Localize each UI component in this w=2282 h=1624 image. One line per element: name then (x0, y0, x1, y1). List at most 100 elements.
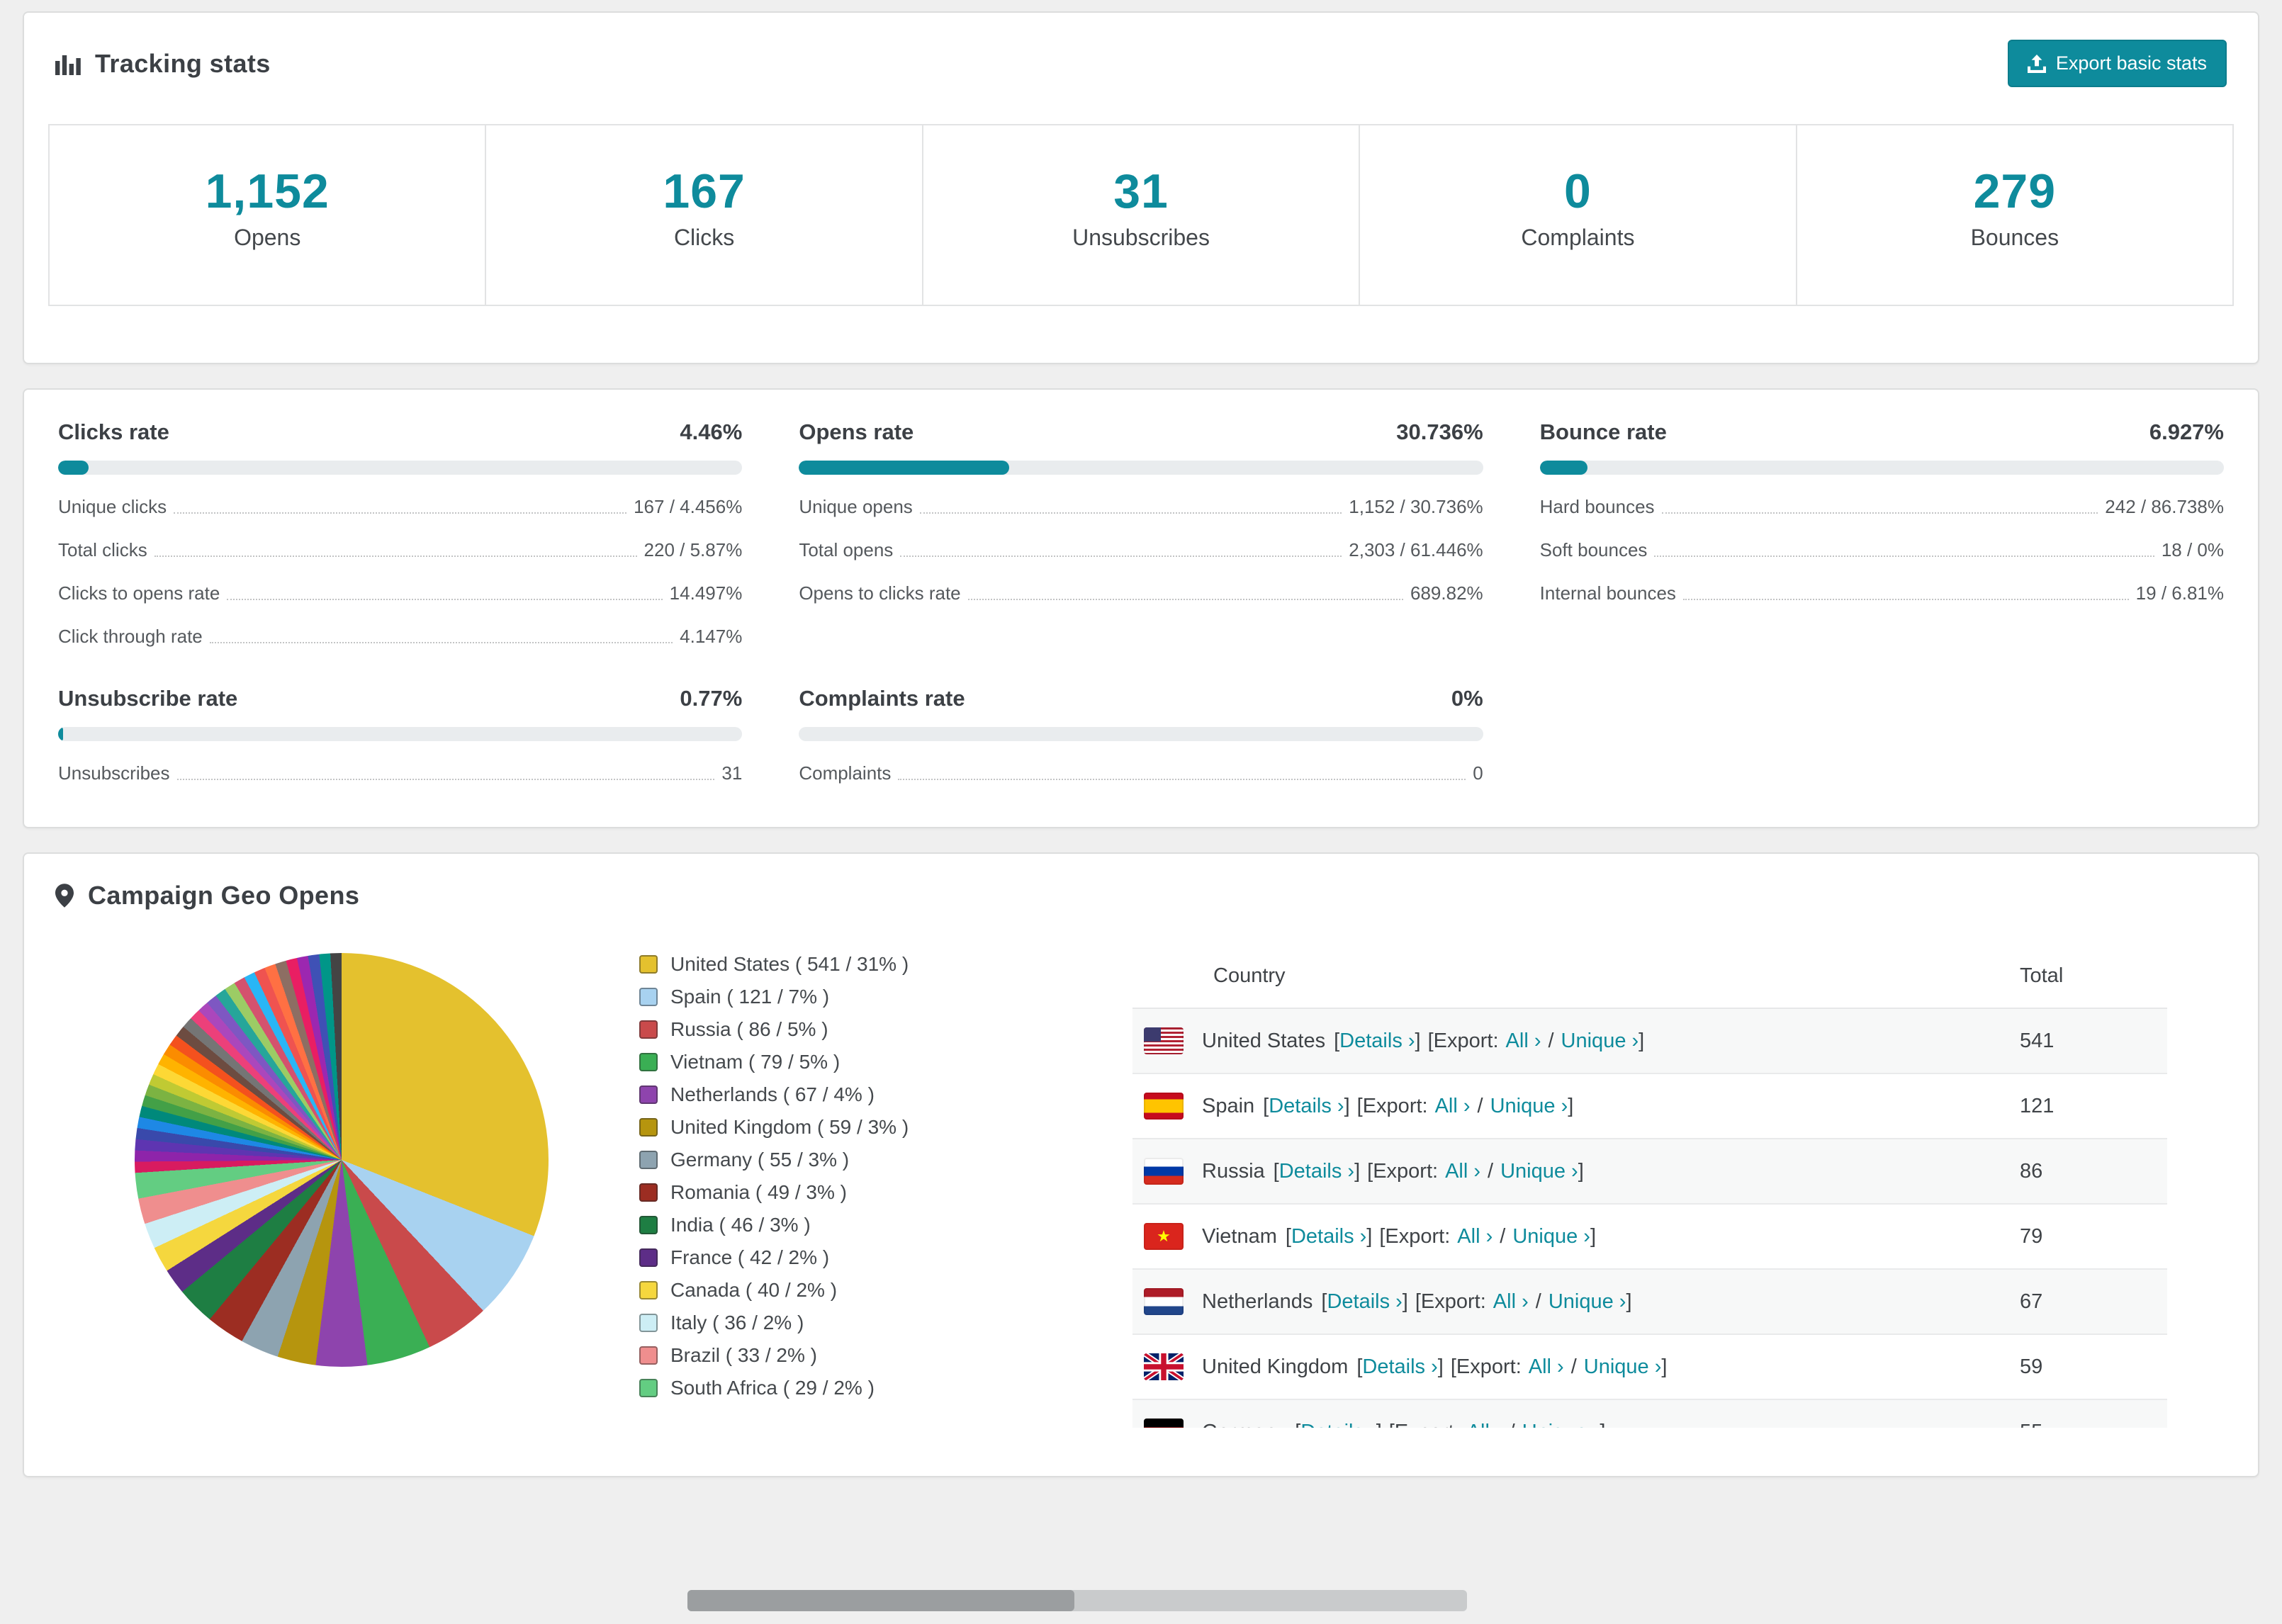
rate-row: Clicks to opens rate 14.497% (58, 582, 742, 604)
stat-clicks: 167 Clicks (485, 124, 923, 306)
country-total: 55 (2008, 1399, 2167, 1428)
stat-label: Bounces (1970, 225, 2059, 250)
dotted-leader (919, 512, 1342, 514)
details-link[interactable]: Details › (1327, 1290, 1402, 1314)
export-unique-link[interactable]: Unique › (1490, 1095, 1568, 1118)
legend-item: United States ( 541 / 31% ) (639, 953, 1110, 976)
stat-label: Opens (234, 225, 301, 250)
bracket: ] (1600, 1421, 1605, 1428)
export-all-link[interactable]: All › (1435, 1095, 1471, 1118)
rate-row: Internal bounces 19 / 6.81% (1540, 582, 2224, 604)
tracking-stats-header: Tracking stats Export basic stats (24, 13, 2258, 107)
export-all-link[interactable]: All › (1506, 1030, 1541, 1053)
legend-swatch (639, 1053, 658, 1071)
details-link[interactable]: Details › (1362, 1355, 1437, 1379)
table-row: United Kingdom [Details ›] [Export: All … (1132, 1334, 2167, 1399)
geo-table-wrap: Country Total United States [Details ›] … (1132, 944, 2167, 1428)
export-all-link[interactable]: All › (1493, 1290, 1529, 1314)
separator: / (1570, 1355, 1577, 1378)
export-all-link[interactable]: All › (1467, 1421, 1502, 1428)
rate-row-value: 0 (1473, 762, 1483, 784)
export-unique-link[interactable]: Unique › (1548, 1290, 1626, 1314)
export-unique-link[interactable]: Unique › (1584, 1355, 1662, 1379)
opens-rate-block: Opens rate 30.736% Unique opens 1,152 / 3… (799, 419, 1483, 648)
export-all-link[interactable]: All › (1445, 1160, 1480, 1183)
horizontal-scrollbar[interactable] (687, 1590, 1467, 1611)
stat-complaints: 0 Complaints (1359, 124, 1797, 306)
export-unique-link[interactable]: Unique › (1500, 1160, 1578, 1183)
rate-row-value: 14.497% (669, 582, 743, 604)
dotted-leader (900, 556, 1342, 557)
export-unique-link[interactable]: Unique › (1512, 1225, 1590, 1248)
legend-label: Netherlands ( 67 / 4% ) (670, 1083, 875, 1105)
legend-label: United States ( 541 / 31% ) (670, 953, 909, 975)
export-label: [Export: (1367, 1159, 1439, 1183)
legend-swatch (639, 1281, 658, 1299)
geo-table: Country Total United States [Details ›] … (1132, 944, 2167, 1428)
geo-content: United States ( 541 / 31% ) Spain ( 121 … (24, 930, 2258, 1428)
country-total: 121 (2020, 1094, 2055, 1117)
table-row: Netherlands [Details ›] [Export: All › /… (1132, 1269, 2167, 1334)
rate-row-label: Hard bounces (1539, 496, 1655, 517)
export-all-link[interactable]: All › (1529, 1355, 1564, 1379)
clicks-rate-block: Clicks rate 4.46% Unique clicks 167 / 4.4… (58, 419, 743, 648)
legend-item: Vietnam ( 79 / 5% ) (639, 1051, 1110, 1073)
rate-row-label: Click through rate (58, 626, 203, 647)
bracket: ] (1590, 1224, 1596, 1248)
legend-label: Germany ( 55 / 3% ) (670, 1149, 850, 1171)
separator: / (1477, 1094, 1483, 1117)
stats-row: 1,152 Opens 167 Clicks 31 Unsubscribes 0… (48, 124, 2235, 306)
separator: / (1548, 1029, 1554, 1052)
details-link[interactable]: Details › (1291, 1225, 1366, 1248)
legend-swatch (639, 1118, 658, 1137)
rate-row: Total opens 2,303 / 61.446% (799, 539, 1483, 561)
bracket: [ (1334, 1029, 1340, 1052)
table-header-row: Country Total (1132, 944, 2167, 1009)
details-link[interactable]: Details › (1339, 1030, 1415, 1053)
country-column-header: Country (1132, 944, 2008, 1009)
rate-row: Opens to clicks rate 689.82% (799, 582, 1483, 604)
export-basic-stats-button[interactable]: Export basic stats (2007, 40, 2227, 87)
bracket: ] (1402, 1290, 1408, 1313)
rate-row: Complaints 0 (799, 762, 1483, 784)
scrollbar-thumb[interactable] (687, 1590, 1074, 1611)
export-label: [Export: (1356, 1094, 1428, 1117)
bracket: [ (1263, 1094, 1269, 1117)
export-all-link[interactable]: All › (1457, 1225, 1493, 1248)
export-unique-link[interactable]: Unique › (1561, 1030, 1639, 1053)
separator: / (1535, 1290, 1541, 1313)
stat-bounces: 279 Bounces (1795, 124, 2235, 306)
export-label: [Export: (1389, 1421, 1460, 1428)
rate-row-value: 4.147% (680, 626, 743, 647)
rate-row-label: Complaints (799, 762, 892, 784)
pie-wrap (135, 944, 639, 1367)
us-flag-icon (1144, 1027, 1184, 1054)
details-link[interactable]: Details › (1269, 1095, 1344, 1118)
uk-flag-icon (1144, 1353, 1184, 1380)
export-label: [Export: (1379, 1224, 1451, 1248)
rate-value: 4.46% (680, 419, 743, 444)
country-name: Vietnam (1202, 1224, 1277, 1248)
rate-row-label: Unique opens (799, 496, 913, 517)
rate-row-label: Unsubscribes (58, 762, 170, 784)
dotted-leader (227, 599, 663, 600)
country-name: United States (1202, 1029, 1326, 1052)
bracket: ] (1639, 1029, 1645, 1052)
details-link[interactable]: Details › (1300, 1421, 1376, 1428)
rate-row: Hard bounces 242 / 86.738% (1540, 496, 2224, 518)
legend-label: India ( 46 / 3% ) (670, 1214, 811, 1236)
total-column-header: Total (2008, 944, 2167, 1009)
rate-row-value: 31 (721, 762, 743, 784)
export-label: [Export: (1450, 1355, 1522, 1378)
rate-title: Clicks rate (58, 419, 169, 444)
rate-row-value: 2,303 / 61.446% (1349, 539, 1483, 560)
details-link[interactable]: Details › (1279, 1160, 1354, 1183)
dotted-leader (209, 642, 673, 643)
bracket: ] (1568, 1094, 1574, 1117)
stat-unsubscribes: 31 Unsubscribes (921, 124, 1361, 306)
export-unique-link[interactable]: Unique › (1522, 1421, 1600, 1428)
legend-label: Brazil ( 33 / 2% ) (670, 1344, 817, 1366)
legend-swatch (639, 1183, 658, 1202)
geo-pie-chart (135, 953, 549, 1367)
geo-header: Campaign Geo Opens (24, 854, 2258, 930)
